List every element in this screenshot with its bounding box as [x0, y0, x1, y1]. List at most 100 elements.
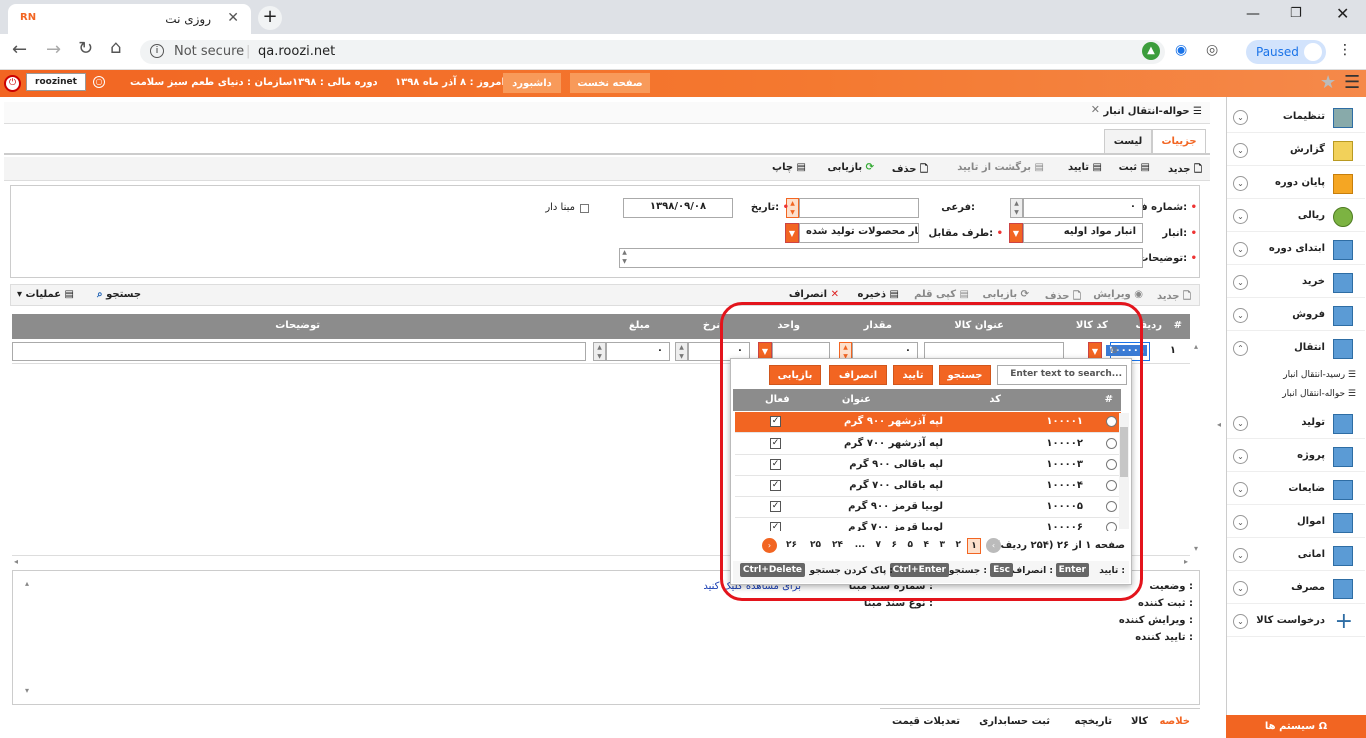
systems-button[interactable]: سیستم ها Ω [1226, 715, 1366, 738]
footer-scroll[interactable]: ▴ ▾ [25, 579, 37, 695]
start-page-button[interactable]: صفحه نخست [570, 73, 650, 93]
row-price-input[interactable]: ۰ [606, 342, 670, 361]
chevron-down-icon[interactable]: ⌄ [1233, 581, 1248, 596]
page-3[interactable]: ۳ [940, 540, 946, 550]
tab-accounting[interactable]: ثبت حسابداری [979, 716, 1050, 727]
row-radio[interactable] [1106, 459, 1117, 470]
sidebar-item-rial[interactable]: ⌄ ریالی [1227, 202, 1365, 232]
back-icon[interactable]: ← [12, 39, 27, 60]
page-4[interactable]: ۴ [924, 540, 930, 550]
delete-button[interactable]: حذف 🗋 [892, 162, 928, 179]
page-26[interactable]: ۲۶ [786, 540, 797, 550]
col-title[interactable]: عنوان کالا [954, 320, 1004, 331]
active-checkbox[interactable]: ✓ [770, 416, 781, 427]
chevron-down-icon[interactable]: ⌄ [1233, 176, 1248, 191]
tab-close-icon[interactable]: ✕ [227, 10, 239, 26]
chevron-down-icon[interactable]: ⌄ [1233, 548, 1248, 563]
sidebar-item-report[interactable]: ⌄ گزارش [1227, 136, 1365, 166]
minimize-icon[interactable]: — [1246, 6, 1260, 22]
list-item[interactable]: ۱۰۰۰۰۳ لپه باقالی ۹۰۰ گرم ✓ [735, 455, 1121, 476]
tab-goods[interactable]: کالا [1131, 716, 1148, 727]
collapse-sidebar-icon[interactable]: ◂ [1217, 420, 1221, 429]
form-number-spinner[interactable]: ▲ ▼ [1010, 198, 1023, 218]
list-item[interactable]: ۱۰۰۰۰۴ لپه باقالی ۷۰۰ گرم ✓ [735, 476, 1121, 497]
extension2-icon[interactable]: ◎ [1206, 42, 1218, 58]
col-price[interactable]: مبلغ [629, 320, 650, 331]
row-radio[interactable] [1106, 416, 1117, 427]
sidebar-item-transfer[interactable]: ⌃ انتقال [1227, 334, 1365, 364]
page-5[interactable]: ۵ [908, 540, 914, 550]
close-window-icon[interactable]: ✕ [1336, 4, 1349, 23]
list-item[interactable]: ۱۰۰۰۰۱ لپه آذرشهر ۹۰۰ گرم ✓ [735, 412, 1121, 433]
row-radio[interactable] [1106, 522, 1117, 531]
sidebar-subitem-remittance[interactable]: حواله-انتقال انبار ☰ [1282, 389, 1356, 399]
chevron-down-icon[interactable]: ⌄ [1233, 308, 1248, 323]
grid-vscroll-down[interactable]: ▾ [1194, 544, 1198, 553]
refresh-button[interactable]: بازیابی ⟳ [827, 162, 874, 173]
popup-search-input[interactable]: Enter text to search... [997, 365, 1127, 385]
sidebar-item-period-start[interactable]: ⌄ ابتدای دوره [1227, 235, 1365, 265]
prev-page-icon[interactable]: ‹ [986, 538, 1001, 553]
active-checkbox[interactable]: ✓ [770, 459, 781, 470]
sidebar-item-consumption[interactable]: ⌄ مصرف [1227, 574, 1365, 604]
popup-col-code[interactable]: کد [989, 394, 1001, 405]
row-radio[interactable] [1106, 501, 1117, 512]
col-amount[interactable]: مقدار [864, 320, 892, 331]
col-unit[interactable]: واحد [777, 320, 800, 331]
menu-dots-icon[interactable]: ⋮ [1338, 42, 1352, 58]
restore-icon[interactable]: ❐ [1290, 6, 1302, 21]
row-radio[interactable] [1106, 438, 1117, 449]
new-tab-button[interactable]: + [258, 6, 282, 30]
extension-icon[interactable]: ◉ [1175, 42, 1187, 58]
sidebar-item-sales[interactable]: ⌄ فروش [1227, 301, 1365, 331]
grid-cancel-button[interactable]: انصراف ✕ [789, 289, 839, 300]
sidebar-subitem-receipt[interactable]: رسید-انتقال انبار ☰ [1283, 370, 1356, 380]
popup-col-title[interactable]: عنوان [842, 394, 871, 405]
close-page-icon[interactable]: ✕ [1091, 103, 1100, 116]
tab-details[interactable]: جزییات [1152, 129, 1206, 153]
popup-scrollbar[interactable] [1119, 413, 1129, 529]
price-spinner[interactable]: ▲ ▼ [593, 342, 606, 361]
info-icon[interactable]: i [150, 44, 164, 58]
popup-refresh-button[interactable]: بازیابی [769, 365, 821, 385]
tab-price-adjustments[interactable]: تعدیلات قیمت [892, 716, 960, 727]
page-6[interactable]: ۶ [892, 540, 898, 550]
browser-tab[interactable]: RN روزی نت ✕ [8, 4, 251, 34]
rate-spinner[interactable]: ▲ ▼ [675, 342, 688, 361]
popup-search-button[interactable]: جستجو [939, 365, 991, 385]
popup-approve-button[interactable]: تایید [893, 365, 933, 385]
revert-approval-button[interactable]: برگشت از تایید ▤ [957, 162, 1044, 173]
page-25[interactable]: ۲۵ [810, 540, 821, 550]
active-checkbox[interactable]: ✓ [770, 522, 781, 531]
save-button[interactable]: ثبت ▤ [1119, 162, 1150, 173]
clear-icon[interactable]: ⊗ [1110, 345, 1118, 356]
omnibox[interactable]: i Not secure | qa.roozi.net ☆ [140, 40, 1165, 64]
row-radio[interactable] [1106, 480, 1117, 491]
col-rate[interactable]: نرخ [703, 320, 720, 331]
tab-summary[interactable]: خلاصه [1159, 716, 1190, 727]
counterparty-input[interactable]: انبار محصولات تولید شده [799, 223, 919, 243]
grid-search-button[interactable]: ⌕ جستجو [97, 289, 141, 300]
list-item[interactable]: ۱۰۰۰۰۶ لوبیا قرمز ۷۰۰ گرم ✓ [735, 518, 1121, 531]
tab-history[interactable]: تاریخچه [1075, 716, 1113, 727]
sidebar-item-assets[interactable]: ⌄ اموال [1227, 508, 1365, 538]
sidebar-item-purchase[interactable]: ⌄ خرید [1227, 268, 1365, 298]
list-item[interactable]: ۱۰۰۰۰۲ لپه آذرشهر ۷۰۰ گرم ✓ [735, 434, 1121, 455]
settings-dot-icon[interactable]: ○ [93, 76, 105, 88]
col-desc[interactable]: توضیحات [275, 320, 320, 331]
home-icon[interactable]: ⌂ [110, 37, 121, 58]
forward-icon[interactable]: → [46, 39, 61, 60]
chevron-down-icon[interactable]: ⌄ [1233, 242, 1248, 257]
page-7[interactable]: ۷ [876, 540, 882, 550]
chevron-down-icon[interactable]: ⌄ [1233, 209, 1248, 224]
col-code[interactable]: کد کالا [1076, 320, 1108, 331]
sidebar-item-period-end[interactable]: ⌄ پایان دوره [1227, 169, 1365, 199]
approve-button[interactable]: تایید ▤ [1068, 162, 1102, 173]
chevron-down-icon[interactable]: ⌄ [1233, 482, 1248, 497]
chevron-down-icon[interactable]: ⌄ [1233, 449, 1248, 464]
grid-edit-button[interactable]: ویرایش ◉ [1093, 289, 1143, 300]
chevron-down-icon[interactable]: ⌄ [1233, 143, 1248, 158]
grid-operations-button[interactable]: ▾ عملیات ▤ [17, 289, 74, 300]
grid-copy-button[interactable]: کپی قلم ▤ [914, 289, 969, 300]
update-icon[interactable]: ▲ [1142, 42, 1160, 60]
